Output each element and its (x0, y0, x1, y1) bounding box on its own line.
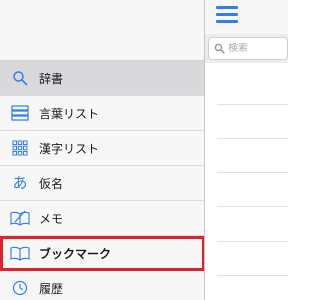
kana-icon: あ (9, 172, 31, 194)
list-separator (217, 275, 288, 276)
history-clock-icon (9, 277, 31, 299)
menu-item-label: メモ (39, 211, 64, 226)
kanji-grid-icon (9, 137, 31, 159)
search-icon (9, 67, 31, 89)
menu-item-history[interactable]: 履歴 (0, 271, 205, 300)
content-header (205, 0, 288, 34)
content-panel (205, 0, 288, 300)
memo-icon (9, 207, 31, 229)
menu-item-word-list[interactable]: 言葉リスト (0, 96, 205, 131)
menu-item-dictionary[interactable]: 辞書 (0, 61, 205, 96)
list-separator (217, 206, 288, 207)
search-input[interactable] (228, 43, 284, 54)
kana-glyph: あ (12, 173, 28, 192)
menu-item-label: 履歴 (39, 281, 64, 296)
menu-item-bookmark[interactable]: ブックマーク (0, 236, 205, 271)
menu-item-kana[interactable]: あ 仮名 (0, 166, 205, 201)
menu-list: 辞書 言葉リスト 漢字リスト あ 仮名 メモ ブックマーク 履歴 (0, 61, 205, 300)
menu-header (0, 0, 205, 61)
menu-item-label: 言葉リスト (39, 106, 100, 121)
menu-item-memo[interactable]: メモ (0, 201, 205, 236)
list-separator (217, 172, 288, 173)
menu-item-label: 仮名 (39, 176, 64, 191)
menu-item-label: 辞書 (39, 71, 64, 86)
list-separator (217, 241, 288, 242)
menu-item-label: 漢字リスト (39, 141, 100, 156)
search-bar[interactable] (208, 37, 288, 60)
hamburger-menu-icon[interactable] (216, 6, 238, 23)
list-separator (217, 138, 288, 139)
menu-item-kanji-list[interactable]: 漢字リスト (0, 131, 205, 166)
menu-item-label: ブックマーク (39, 246, 112, 261)
search-icon (214, 43, 226, 55)
bookmark-book-icon (9, 242, 31, 264)
side-menu: 辞書 言葉リスト 漢字リスト あ 仮名 メモ ブックマーク 履歴 (0, 0, 205, 300)
word-list-icon (9, 102, 31, 124)
list-separator (217, 104, 288, 105)
